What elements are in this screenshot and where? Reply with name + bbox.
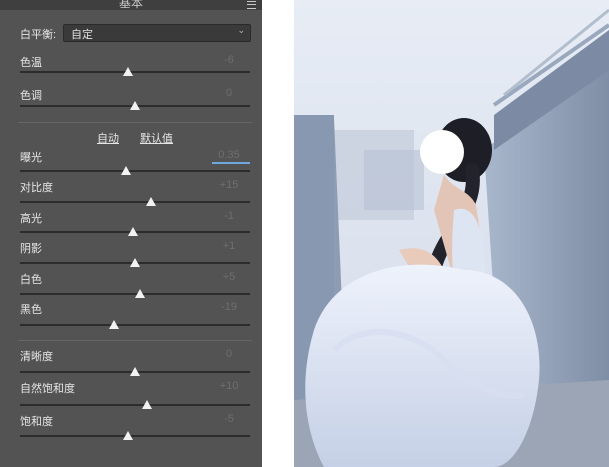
temperature-slider-thumb[interactable] <box>123 67 134 76</box>
blacks-label: 黑色 <box>20 304 42 316</box>
blacks-value[interactable]: -19 <box>212 301 246 313</box>
white-balance-value: 自定 <box>71 29 93 41</box>
temperature-label: 色温 <box>20 57 42 69</box>
tint-value[interactable]: 0 <box>212 87 246 99</box>
whites-label: 白色 <box>20 274 42 286</box>
panel-header: 基本 <box>0 0 262 10</box>
saturation-slider[interactable] <box>20 435 250 437</box>
white-balance-label: 白平衡: <box>20 29 57 41</box>
tint-label: 色调 <box>20 90 42 102</box>
highlights-label: 高光 <box>20 213 42 225</box>
exposure-slider[interactable] <box>20 170 250 172</box>
exposure-slider-thumb[interactable] <box>120 166 131 175</box>
saturation-slider-thumb[interactable] <box>123 431 134 440</box>
temperature-slider[interactable] <box>20 71 250 73</box>
clarity-value[interactable]: 0 <box>212 348 246 360</box>
chevron-down-icon: ⌄ <box>237 25 245 35</box>
panel-menu-icon[interactable] <box>247 1 256 9</box>
contrast-value[interactable]: +15 <box>212 179 246 191</box>
highlights-slider-thumb[interactable] <box>127 227 138 236</box>
clarity-slider-thumb[interactable] <box>130 367 140 376</box>
shadows-slider-thumb[interactable] <box>130 258 140 267</box>
vibrance-value[interactable]: +10 <box>212 380 246 392</box>
panel-title: 基本 <box>118 0 143 10</box>
vibrance-slider-thumb[interactable] <box>141 400 152 409</box>
clarity-label: 清晰度 <box>20 351 53 363</box>
auto-button[interactable]: 自动 <box>97 130 119 146</box>
divider <box>18 340 252 341</box>
exposure-label: 曝光 <box>20 152 42 164</box>
white-balance-select[interactable]: 自定 ⌄ <box>63 24 251 42</box>
contrast-slider-thumb[interactable] <box>146 197 157 206</box>
blacks-slider-thumb[interactable] <box>109 320 120 329</box>
whites-value[interactable]: +5 <box>212 271 246 283</box>
photo-image <box>294 0 609 467</box>
blacks-slider[interactable] <box>20 324 250 326</box>
saturation-value[interactable]: -5 <box>212 413 246 425</box>
shadows-label: 阴影 <box>20 243 42 255</box>
basic-panel: 基本 白平衡: 自定 ⌄ 色温 -6 色调 0 自动 默认值 曝光 0.35 对… <box>0 0 262 467</box>
saturation-label: 饱和度 <box>20 416 53 428</box>
contrast-label: 对比度 <box>20 182 53 194</box>
tint-slider-thumb[interactable] <box>130 101 140 110</box>
temperature-value[interactable]: -6 <box>212 54 246 66</box>
exposure-value[interactable]: 0.35 <box>212 149 246 161</box>
divider <box>18 122 252 123</box>
contrast-slider[interactable] <box>20 201 250 203</box>
vibrance-slider[interactable] <box>20 404 250 406</box>
whites-slider-thumb[interactable] <box>134 289 145 298</box>
vibrance-label: 自然饱和度 <box>20 383 75 395</box>
shadows-value[interactable]: +1 <box>212 240 246 252</box>
highlights-value[interactable]: -1 <box>212 210 246 222</box>
default-button[interactable]: 默认值 <box>140 130 173 146</box>
